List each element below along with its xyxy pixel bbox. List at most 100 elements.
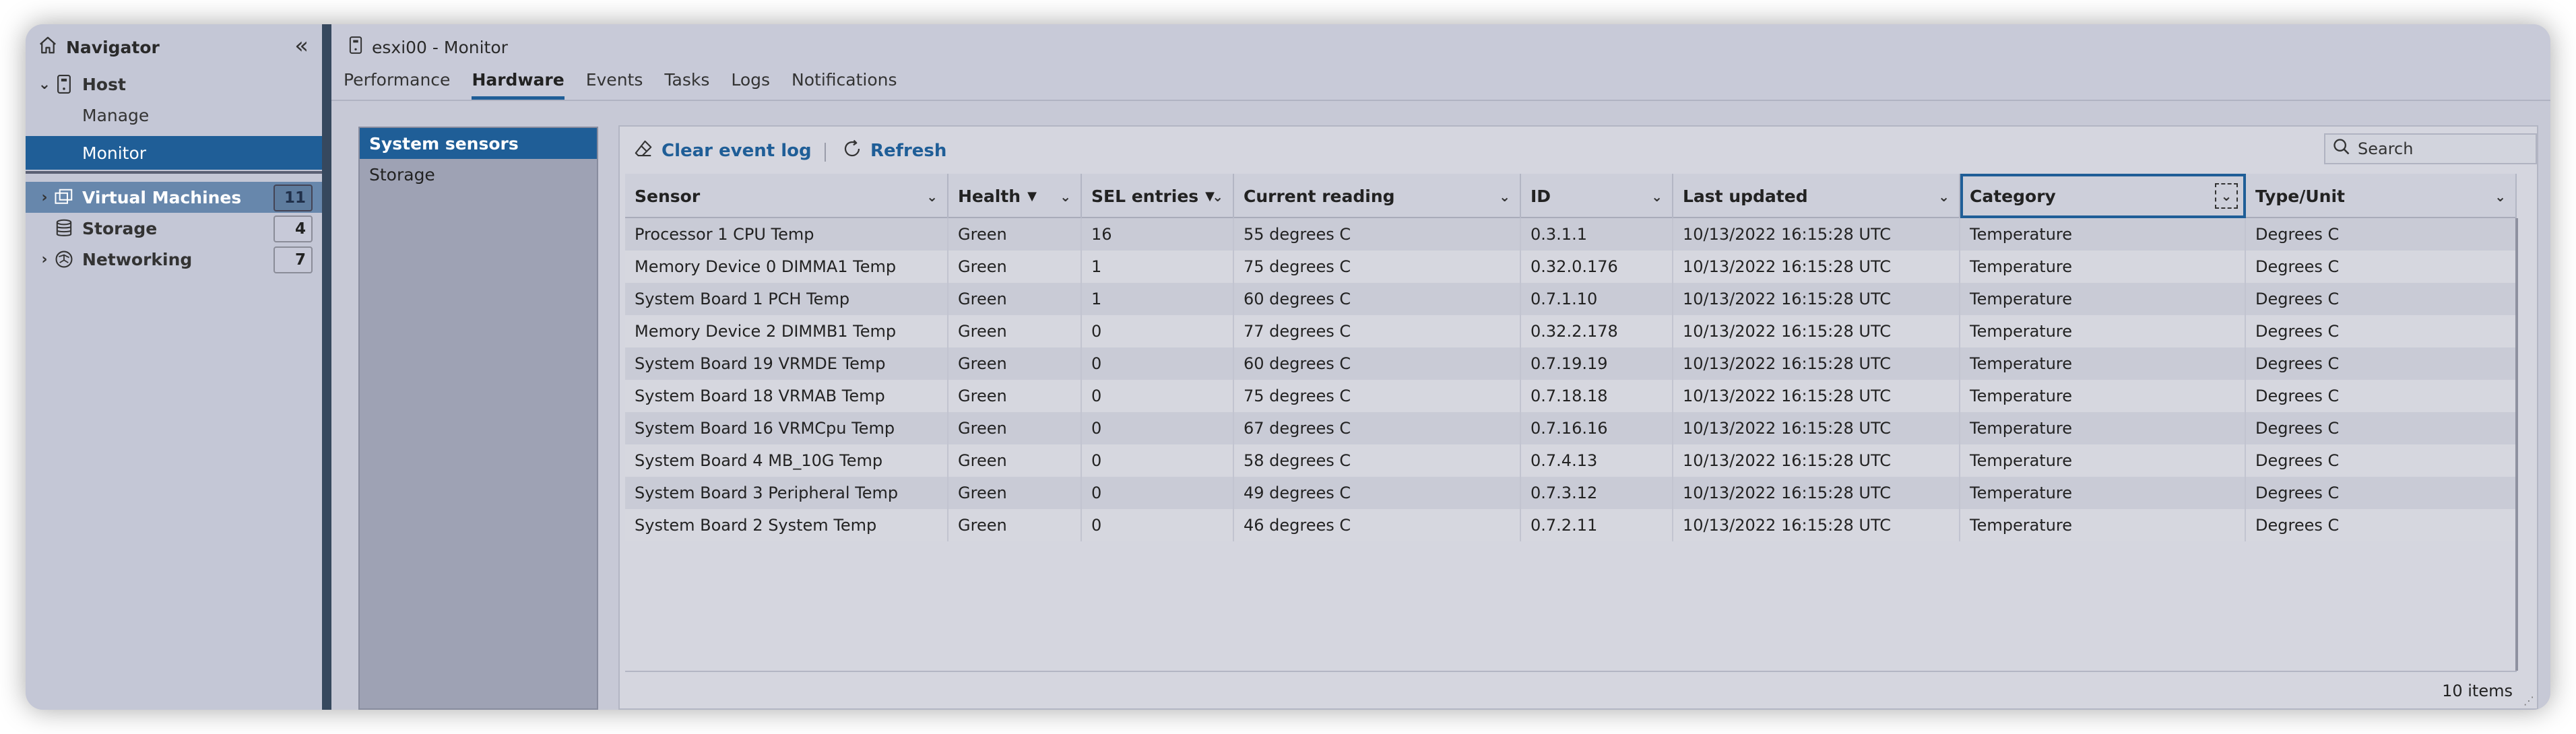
tab-performance[interactable]: Performance [344, 66, 450, 100]
cell-id: 0.3.1.1 [1521, 218, 1673, 251]
cell-last-updated: 10/13/2022 16:15:28 UTC [1673, 315, 1960, 347]
table-row[interactable]: System Board 3 Peripheral Temp Green 0 49 d… [625, 477, 2517, 509]
cell-health: Green [948, 283, 1082, 315]
cell-category: Temperature [1960, 315, 2246, 347]
table-row[interactable]: System Board 16 VRMCpu Temp Green 0 67 degr… [625, 412, 2517, 444]
nav-item-virtual-machines[interactable]: › Virtual Machines 11 [26, 182, 322, 213]
column-header-sel-entries[interactable]: SEL entries ▼ ⌄ [1082, 174, 1234, 218]
cell-category: Temperature [1960, 218, 2246, 251]
cell-category: Temperature [1960, 412, 2246, 444]
tab-hardware[interactable]: Hardware [472, 66, 565, 100]
cell-current-reading: 75 degrees C [1234, 380, 1521, 412]
cell-last-updated: 10/13/2022 16:15:28 UTC [1673, 283, 1960, 315]
table-row[interactable]: Memory Device 0 DIMMA1 Temp Green 1 75 degr… [625, 251, 2517, 283]
column-header-label: Type/Unit [2255, 186, 2345, 206]
cell-type-unit: Degrees C [2246, 347, 2517, 380]
column-header-label: SEL entries [1091, 186, 1199, 206]
column-header-id[interactable]: ID ⌄ [1521, 174, 1673, 218]
column-filter-chevron-icon[interactable]: ⌄ [1651, 189, 1663, 205]
column-header-category[interactable]: Category ⌄ [1960, 174, 2246, 218]
cell-sel-entries: 1 [1082, 283, 1234, 315]
tab-tasks[interactable]: Tasks [664, 66, 709, 100]
tab-events[interactable]: Events [586, 66, 643, 100]
tab-notifications[interactable]: Notifications [792, 66, 897, 100]
item-count: 10 items [2442, 681, 2513, 700]
vertical-scrollbar[interactable] [2515, 218, 2518, 671]
navigator-title: Navigator [66, 37, 160, 57]
storage-count-badge: 4 [273, 215, 313, 242]
chevron-down-icon[interactable]: ⌄ [35, 76, 54, 93]
column-filter-chevron-icon[interactable]: ⌄ [1212, 189, 1223, 205]
column-header-sensor[interactable]: Sensor ⌄ [625, 174, 948, 218]
nav-item-label: Manage [82, 105, 150, 125]
sort-descending-icon[interactable]: ▼ [1027, 189, 1037, 203]
section-system-sensors[interactable]: System sensors [360, 128, 597, 159]
cell-category: Temperature [1960, 251, 2246, 283]
cell-id: 0.7.1.10 [1521, 283, 1673, 315]
section-storage[interactable]: Storage [360, 159, 597, 190]
table-row[interactable]: System Board 2 System Temp Green 0 46 degre… [625, 509, 2517, 541]
cell-sel-entries: 0 [1082, 380, 1234, 412]
column-filter-chevron-icon[interactable]: ⌄ [1938, 189, 1950, 205]
column-header-label: Last updated [1683, 186, 1808, 206]
cell-id: 0.7.3.12 [1521, 477, 1673, 509]
search-input[interactable]: Search [2324, 133, 2537, 164]
nav-item-networking[interactable]: › Networking 7 [26, 244, 322, 275]
clear-event-log-button[interactable]: Clear event log [633, 136, 812, 166]
home-icon [38, 35, 58, 59]
column-header-last-updated[interactable]: Last updated ⌄ [1673, 174, 1960, 218]
chevron-right-icon[interactable]: › [35, 251, 54, 268]
column-header-label: Health [958, 186, 1021, 206]
cell-type-unit: Degrees C [2246, 477, 2517, 509]
refresh-button[interactable]: Refresh [842, 136, 946, 166]
refresh-label: Refresh [870, 141, 947, 161]
cell-health: Green [948, 347, 1082, 380]
table-row[interactable]: System Board 19 VRMDE Temp Green 0 60 degre… [625, 347, 2517, 380]
table-row[interactable]: System Board 1 PCH Temp Green 1 60 degrees … [625, 283, 2517, 315]
nav-item-host[interactable]: ⌄ Host [26, 69, 322, 100]
column-filter-chevron-icon[interactable]: ⌄ [926, 189, 938, 205]
table-row[interactable]: System Board 4 MB_10G Temp Green 0 58 degre… [625, 444, 2517, 477]
column-filter-chevron-icon[interactable]: ⌄ [1060, 189, 1071, 205]
column-header-current-reading[interactable]: Current reading ⌄ [1234, 174, 1521, 218]
tab-logs[interactable]: Logs [731, 66, 770, 100]
cell-current-reading: 75 degrees C [1234, 251, 1521, 283]
cell-category: Temperature [1960, 477, 2246, 509]
nav-item-label: Storage [82, 218, 158, 238]
toolbar-separator [825, 143, 826, 162]
cell-health: Green [948, 444, 1082, 477]
cell-id: 0.7.18.18 [1521, 380, 1673, 412]
cell-id: 0.7.2.11 [1521, 509, 1673, 541]
collapse-navigator-icon[interactable]: « [294, 34, 309, 58]
panel-splitter[interactable] [322, 24, 331, 710]
table-row[interactable]: Memory Device 2 DIMMB1 Temp Green 0 77 degr… [625, 315, 2517, 347]
cell-sensor: Processor 1 CPU Temp [625, 218, 948, 251]
cell-sensor: System Board 18 VRMAB Temp [625, 380, 948, 412]
vm-count-badge: 11 [273, 185, 313, 211]
cell-sensor: System Board 16 VRMCpu Temp [625, 412, 948, 444]
networking-count-badge: 7 [273, 246, 313, 273]
table-row[interactable]: System Board 18 VRMAB Temp Green 0 75 degre… [625, 380, 2517, 412]
cell-health: Green [948, 477, 1082, 509]
grid-body: Processor 1 CPU Temp Green 16 55 degrees C0… [625, 218, 2517, 541]
cell-category: Temperature [1960, 444, 2246, 477]
nav-item-manage[interactable]: Manage [26, 100, 322, 131]
resize-grip-icon[interactable]: ⋰ [2523, 694, 2534, 707]
cell-id: 0.32.0.176 [1521, 251, 1673, 283]
navigator-header: Navigator [38, 35, 160, 59]
cell-category: Temperature [1960, 347, 2246, 380]
column-filter-chevron-icon[interactable]: ⌄ [1499, 189, 1510, 205]
column-filter-chevron-icon[interactable]: ⌄ [2494, 189, 2506, 205]
storage-icon [54, 218, 74, 238]
table-row[interactable]: Processor 1 CPU Temp Green 16 55 degrees C0… [625, 218, 2517, 251]
nav-item-storage[interactable]: › Storage 4 [26, 213, 322, 244]
column-filter-chevron-icon[interactable]: ⌄ [2215, 183, 2238, 209]
nav-item-monitor[interactable]: Monitor [26, 136, 322, 170]
cell-last-updated: 10/13/2022 16:15:28 UTC [1673, 347, 1960, 380]
chevron-right-icon[interactable]: › [35, 189, 54, 206]
column-header-type-unit[interactable]: Type/Unit ⌄ [2246, 174, 2517, 218]
cell-type-unit: Degrees C [2246, 315, 2517, 347]
cell-id: 0.32.2.178 [1521, 315, 1673, 347]
cell-sensor: System Board 19 VRMDE Temp [625, 347, 948, 380]
column-header-health[interactable]: Health ▼ ⌄ [948, 174, 1082, 218]
